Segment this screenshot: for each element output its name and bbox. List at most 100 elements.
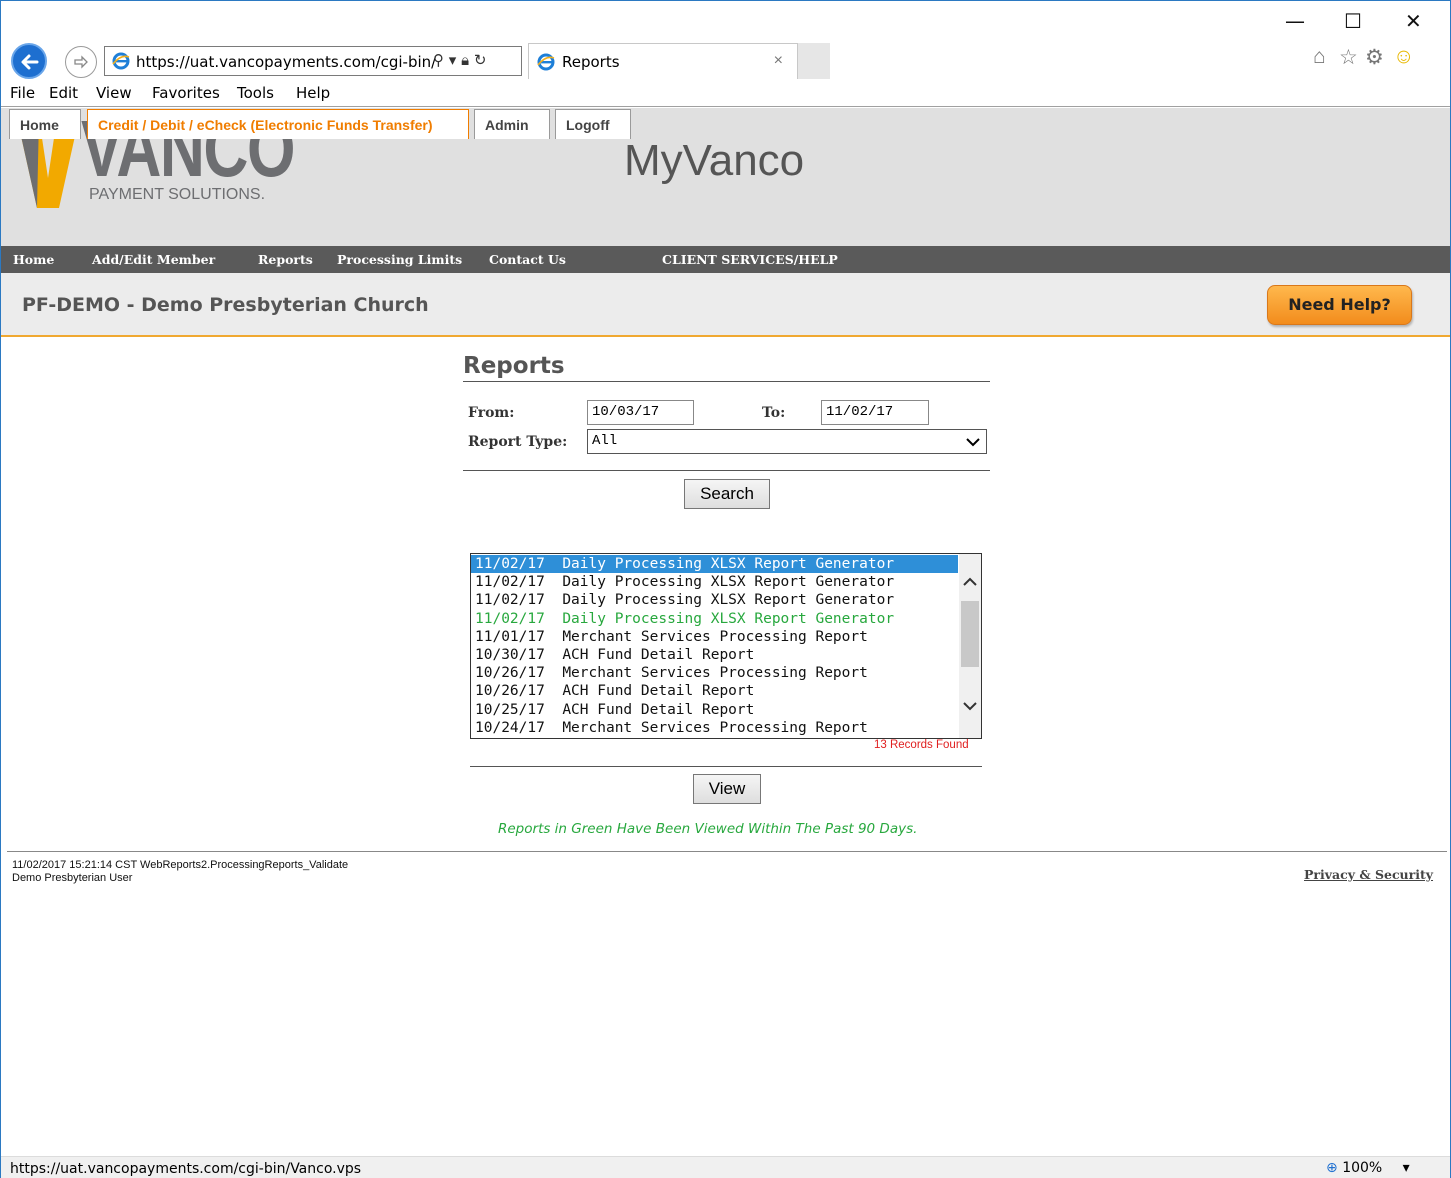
scroll-down-icon[interactable]	[963, 700, 977, 712]
footer-divider	[7, 851, 1447, 852]
report-spacer	[545, 665, 562, 681]
home-icon[interactable]: ⌂	[1313, 45, 1326, 69]
lock-icon[interactable]: 🔒︎	[461, 51, 469, 69]
back-arrow-icon	[21, 54, 39, 70]
from-date-input[interactable]: 10/03/17	[587, 400, 694, 425]
report-date: 10/24/17	[475, 719, 545, 736]
report-name: ACH Fund Detail Report	[562, 647, 755, 663]
nav-add-edit-member[interactable]: Add/Edit Member	[92, 252, 215, 267]
tab-admin[interactable]: Admin	[474, 109, 550, 139]
footer-timestamp: 11/02/2017 15:21:14 CST WebReports2.Proc…	[12, 859, 349, 871]
page-title: Reports	[463, 353, 565, 379]
tab-logoff[interactable]: Logoff	[555, 109, 631, 139]
listbox-scrollbar[interactable]	[959, 554, 981, 738]
ie-tab-icon	[537, 53, 555, 71]
to-date-input[interactable]: 11/02/17	[821, 400, 929, 425]
search-button[interactable]: Search	[684, 479, 770, 509]
close-tab-icon[interactable]: ×	[774, 52, 783, 70]
tab-credit-debit-echeck[interactable]: Credit / Debit / eCheck (Electronic Fund…	[87, 109, 469, 139]
report-spacer	[545, 574, 562, 590]
back-button[interactable]	[11, 43, 47, 79]
browser-toolbar: https://uat.vancopayments.com/cgi-bin/ ⚲…	[1, 1, 1450, 81]
search-icon[interactable]: ⚲	[433, 51, 444, 69]
reports-listbox[interactable]: 11/02/17 Daily Processing XLSX Report Ge…	[470, 553, 982, 739]
nav-reports[interactable]: Reports	[258, 252, 313, 267]
forward-arrow-icon	[74, 55, 88, 69]
viewed-legend-note: Reports in Green Have Been Viewed Within…	[498, 821, 918, 837]
tab-home[interactable]: Home	[9, 109, 81, 139]
menu-edit[interactable]: Edit	[49, 84, 78, 102]
to-label: To:	[762, 405, 786, 421]
report-list-item[interactable]: 10/24/17 Merchant Services Processing Re…	[471, 719, 958, 737]
report-list-item[interactable]: 10/25/17 ACH Fund Detail Report	[471, 701, 958, 719]
report-list-item[interactable]: 11/02/17 Daily Processing XLSX Report Ge…	[471, 591, 958, 609]
menu-favorites[interactable]: Favorites	[152, 84, 220, 102]
chevron-down-icon	[966, 438, 980, 447]
minimize-button[interactable]: —	[1285, 9, 1305, 33]
heading-divider	[463, 381, 990, 382]
report-type-value: All	[592, 433, 618, 449]
smiley-icon[interactable]: ☺	[1393, 45, 1414, 69]
menu-view[interactable]: View	[96, 84, 132, 102]
report-type-select[interactable]: All	[587, 429, 987, 454]
search-button-label: Search	[700, 484, 754, 503]
need-help-button[interactable]: Need Help?	[1267, 285, 1412, 325]
nav-contact-us[interactable]: Contact Us	[489, 252, 566, 267]
zoom-control[interactable]: ⊕ 100% ▾	[1326, 1160, 1410, 1176]
report-name: Merchant Services Processing Report	[562, 665, 868, 682]
report-name: ACH Fund Detail Report	[562, 701, 755, 718]
report-list-item[interactable]: 11/01/17 Merchant Services Processing Re…	[471, 628, 958, 646]
favorites-star-icon[interactable]: ☆	[1339, 45, 1358, 70]
menu-file[interactable]: File	[10, 84, 35, 102]
status-url: https://uat.vancopayments.com/cgi-bin/Va…	[10, 1161, 362, 1177]
organization-bar: PF-DEMO - Demo Presbyterian Church Need …	[1, 273, 1450, 337]
footer-user: Demo Presbyterian User	[12, 872, 133, 884]
scroll-thumb[interactable]	[961, 601, 979, 667]
report-list-item[interactable]: 10/26/17 ACH Fund Detail Report	[471, 682, 958, 700]
report-spacer	[545, 683, 562, 699]
new-tab-button[interactable]	[798, 43, 830, 79]
report-list-item[interactable]: 11/02/17 Daily Processing XLSX Report Ge…	[471, 573, 958, 591]
report-name: ACH Fund Detail Report	[562, 683, 755, 700]
report-name: Daily Processing XLSX Report Generator	[562, 574, 895, 591]
zoom-icon: ⊕	[1326, 1160, 1338, 1176]
nav-client-services-help[interactable]: CLIENT SERVICES/HELP	[662, 252, 838, 267]
privacy-security-link[interactable]: Privacy & Security	[1304, 867, 1433, 882]
forward-button[interactable]	[65, 46, 97, 78]
report-list-item[interactable]: 10/30/17 ACH Fund Detail Report	[471, 646, 958, 664]
zoom-dropdown-icon[interactable]: ▾	[1403, 1160, 1410, 1176]
report-spacer	[545, 611, 562, 627]
dropdown-icon[interactable]: ▾	[449, 51, 457, 69]
settings-gear-icon[interactable]: ⚙	[1365, 45, 1384, 70]
report-list-item[interactable]: 11/02/17 Daily Processing XLSX Report Ge…	[471, 555, 958, 573]
report-list-item[interactable]: 11/02/17 Daily Processing XLSX Report Ge…	[471, 610, 958, 628]
address-bar[interactable]: https://uat.vancopayments.com/cgi-bin/ ⚲…	[104, 46, 522, 76]
report-date: 10/25/17	[475, 701, 545, 718]
scroll-up-icon[interactable]	[963, 576, 977, 588]
nav-home[interactable]: Home	[13, 252, 54, 267]
tab-reports[interactable]: Reports ×	[528, 43, 798, 79]
address-url[interactable]: https://uat.vancopayments.com/cgi-bin/	[136, 53, 436, 71]
refresh-icon[interactable]: ↻	[474, 51, 487, 69]
menu-tools[interactable]: Tools	[237, 84, 274, 102]
report-name: Daily Processing XLSX Report Generator	[562, 610, 895, 627]
nav-processing-limits[interactable]: Processing Limits	[337, 252, 462, 267]
report-date: 11/02/17	[475, 574, 545, 591]
close-button[interactable]: ✕	[1405, 9, 1422, 33]
maximize-button[interactable]: ☐	[1344, 9, 1362, 33]
report-name: Daily Processing XLSX Report Generator	[562, 556, 895, 572]
footer-info: 11/02/2017 15:21:14 CST WebReports2.Proc…	[12, 859, 348, 885]
view-button[interactable]: View	[693, 774, 761, 804]
report-date: 10/26/17	[475, 683, 545, 700]
address-tools[interactable]: ⚲ ▾ 🔒︎ ↻	[433, 51, 486, 69]
report-date: 11/02/17	[475, 556, 545, 572]
report-name: Merchant Services Processing Report	[562, 719, 868, 736]
form-divider	[463, 470, 990, 471]
menu-help[interactable]: Help	[296, 84, 330, 102]
view-button-label: View	[708, 779, 746, 798]
report-name: Daily Processing XLSX Report Generator	[562, 592, 895, 609]
report-list-item[interactable]: 10/26/17 Merchant Services Processing Re…	[471, 664, 958, 682]
report-date: 11/01/17	[475, 628, 545, 645]
site-title: MyVanco	[624, 136, 805, 185]
logo-subtitle: PAYMENT SOLUTIONS.	[89, 186, 266, 203]
